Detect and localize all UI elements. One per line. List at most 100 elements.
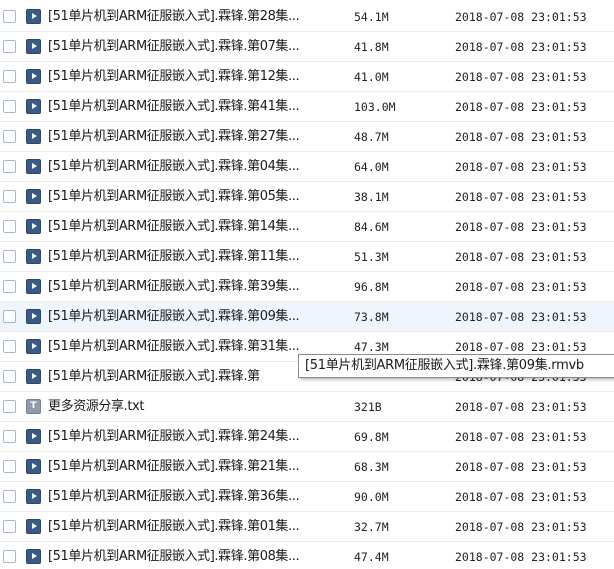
file-name[interactable]: [51单片机到ARM征服嵌入式].霖锋.第21集...: [48, 458, 348, 476]
file-size: 41.0M: [354, 70, 389, 84]
file-size: 64.0M: [354, 160, 389, 174]
row-checkbox[interactable]: [3, 310, 16, 323]
file-name[interactable]: [51单片机到ARM征服嵌入式].霖锋.第11集...: [48, 248, 348, 266]
row-checkbox[interactable]: [3, 130, 16, 143]
file-modified-date: 2018-07-08 23:01:53: [455, 310, 587, 324]
file-size: 96.8M: [354, 280, 389, 294]
file-modified-date: 2018-07-08 23:01:53: [455, 460, 587, 474]
filename-tooltip: [51单片机到ARM征服嵌入式].霖锋.第09集.rmvb: [298, 354, 614, 378]
file-size: 84.6M: [354, 220, 389, 234]
file-name[interactable]: [51单片机到ARM征服嵌入式].霖锋.第27集...: [48, 128, 348, 146]
file-row[interactable]: [51单片机到ARM征服嵌入式].霖锋.第05集... 38.1M 2018-07-…: [0, 182, 614, 212]
file-size: 41.8M: [354, 40, 389, 54]
row-checkbox[interactable]: [3, 460, 16, 473]
file-row[interactable]: [51单片机到ARM征服嵌入式].霖锋.第09集... 73.8M 2018-07-…: [0, 302, 614, 332]
video-file-icon: [26, 489, 41, 504]
file-size: 38.1M: [354, 190, 389, 204]
file-row[interactable]: [51单片机到ARM征服嵌入式].霖锋.第07集... 41.8M 2018-07-…: [0, 32, 614, 62]
file-name[interactable]: [51单片机到ARM征服嵌入式].霖锋.第04集...: [48, 158, 348, 176]
video-file-icon: [26, 309, 41, 324]
row-checkbox[interactable]: [3, 340, 16, 353]
video-file-icon: [26, 549, 41, 564]
file-name[interactable]: [51单片机到ARM征服嵌入式].霖锋.第12集...: [48, 68, 348, 86]
video-file-icon: [26, 189, 41, 204]
row-checkbox[interactable]: [3, 190, 16, 203]
file-name[interactable]: [51单片机到ARM征服嵌入式].霖锋.第07集...: [48, 38, 348, 56]
file-row[interactable]: [51单片机到ARM征服嵌入式].霖锋.第04集... 64.0M 2018-07-…: [0, 152, 614, 182]
file-modified-date: 2018-07-08 23:01:53: [455, 280, 587, 294]
file-row[interactable]: [51单片机到ARM征服嵌入式].霖锋.第36集... 90.0M 2018-07-…: [0, 482, 614, 512]
video-file-icon: [26, 129, 41, 144]
video-file-icon: [26, 339, 41, 354]
file-modified-date: 2018-07-08 23:01:53: [455, 190, 587, 204]
file-row[interactable]: [51单片机到ARM征服嵌入式].霖锋.第24集... 69.8M 2018-07-…: [0, 422, 614, 452]
file-size: 47.3M: [354, 340, 389, 354]
video-file-icon: [26, 219, 41, 234]
file-row[interactable]: 更多资源分享.txt 321B 2018-07-08 23:01:53: [0, 392, 614, 422]
video-file-icon: [26, 249, 41, 264]
file-row[interactable]: [51单片机到ARM征服嵌入式].霖锋.第21集... 68.3M 2018-07-…: [0, 452, 614, 482]
file-size: 73.8M: [354, 310, 389, 324]
file-row[interactable]: [51单片机到ARM征服嵌入式].霖锋.第11集... 51.3M 2018-07-…: [0, 242, 614, 272]
file-name[interactable]: [51单片机到ARM征服嵌入式].霖锋.第41集...: [48, 98, 348, 116]
file-modified-date: 2018-07-08 23:01:53: [455, 550, 587, 564]
row-checkbox[interactable]: [3, 400, 16, 413]
file-modified-date: 2018-07-08 23:01:53: [455, 430, 587, 444]
file-row[interactable]: [51单片机到ARM征服嵌入式].霖锋.第01集... 32.7M 2018-07-…: [0, 512, 614, 542]
file-size: 103.0M: [354, 100, 396, 114]
file-modified-date: 2018-07-08 23:01:53: [455, 490, 587, 504]
row-checkbox[interactable]: [3, 520, 16, 533]
file-row[interactable]: [51单片机到ARM征服嵌入式].霖锋.第41集... 103.0M 2018-07…: [0, 92, 614, 122]
video-file-icon: [26, 519, 41, 534]
file-name[interactable]: [51单片机到ARM征服嵌入式].霖锋.第05集...: [48, 188, 348, 206]
video-file-icon: [26, 99, 41, 114]
file-size: 47.4M: [354, 550, 389, 564]
file-name[interactable]: [51单片机到ARM征服嵌入式].霖锋.第08集...: [48, 548, 348, 566]
file-row[interactable]: [51单片机到ARM征服嵌入式].霖锋.第12集... 41.0M 2018-07-…: [0, 62, 614, 92]
file-name[interactable]: [51单片机到ARM征服嵌入式].霖锋.第01集...: [48, 518, 348, 536]
video-file-icon: [26, 279, 41, 294]
row-checkbox[interactable]: [3, 220, 16, 233]
row-checkbox[interactable]: [3, 280, 16, 293]
file-modified-date: 2018-07-08 23:01:53: [455, 400, 587, 414]
file-modified-date: 2018-07-08 23:01:53: [455, 220, 587, 234]
file-size: 90.0M: [354, 490, 389, 504]
file-size: 69.8M: [354, 430, 389, 444]
file-name[interactable]: [51单片机到ARM征服嵌入式].霖锋.第36集...: [48, 488, 348, 506]
file-modified-date: 2018-07-08 23:01:53: [455, 10, 587, 24]
row-checkbox[interactable]: [3, 40, 16, 53]
file-name[interactable]: [51单片机到ARM征服嵌入式].霖锋.第24集...: [48, 428, 348, 446]
file-row[interactable]: [51单片机到ARM征服嵌入式].霖锋.第08集... 47.4M 2018-07-…: [0, 542, 614, 569]
text-file-icon: [26, 399, 41, 414]
file-row[interactable]: [51单片机到ARM征服嵌入式].霖锋.第39集... 96.8M 2018-07-…: [0, 272, 614, 302]
file-name[interactable]: [51单片机到ARM征服嵌入式].霖锋.第14集...: [48, 218, 348, 236]
file-size: 48.7M: [354, 130, 389, 144]
file-modified-date: 2018-07-08 23:01:53: [455, 520, 587, 534]
video-file-icon: [26, 39, 41, 54]
file-modified-date: 2018-07-08 23:01:53: [455, 70, 587, 84]
file-size: 68.3M: [354, 460, 389, 474]
file-size: 54.1M: [354, 10, 389, 24]
row-checkbox[interactable]: [3, 430, 16, 443]
row-checkbox[interactable]: [3, 100, 16, 113]
row-checkbox[interactable]: [3, 160, 16, 173]
video-file-icon: [26, 69, 41, 84]
file-name[interactable]: [51单片机到ARM征服嵌入式].霖锋.第09集...: [48, 308, 348, 326]
row-checkbox[interactable]: [3, 70, 16, 83]
file-name[interactable]: [51单片机到ARM征服嵌入式].霖锋.第39集...: [48, 278, 348, 296]
file-modified-date: 2018-07-08 23:01:53: [455, 160, 587, 174]
file-size: 51.3M: [354, 250, 389, 264]
file-name[interactable]: 更多资源分享.txt: [48, 398, 348, 416]
file-row[interactable]: [51单片机到ARM征服嵌入式].霖锋.第27集... 48.7M 2018-07-…: [0, 122, 614, 152]
row-checkbox[interactable]: [3, 550, 16, 563]
row-checkbox[interactable]: [3, 250, 16, 263]
video-file-icon: [26, 9, 41, 24]
file-name[interactable]: [51单片机到ARM征服嵌入式].霖锋.第28集...: [48, 8, 348, 26]
row-checkbox[interactable]: [3, 490, 16, 503]
row-checkbox[interactable]: [3, 370, 16, 383]
file-row[interactable]: [51单片机到ARM征服嵌入式].霖锋.第14集... 84.6M 2018-07-…: [0, 212, 614, 242]
row-checkbox[interactable]: [3, 10, 16, 23]
file-size: 321B: [354, 400, 382, 414]
file-modified-date: 2018-07-08 23:01:53: [455, 340, 587, 354]
file-row[interactable]: [51单片机到ARM征服嵌入式].霖锋.第28集... 54.1M 2018-07-…: [0, 2, 614, 32]
